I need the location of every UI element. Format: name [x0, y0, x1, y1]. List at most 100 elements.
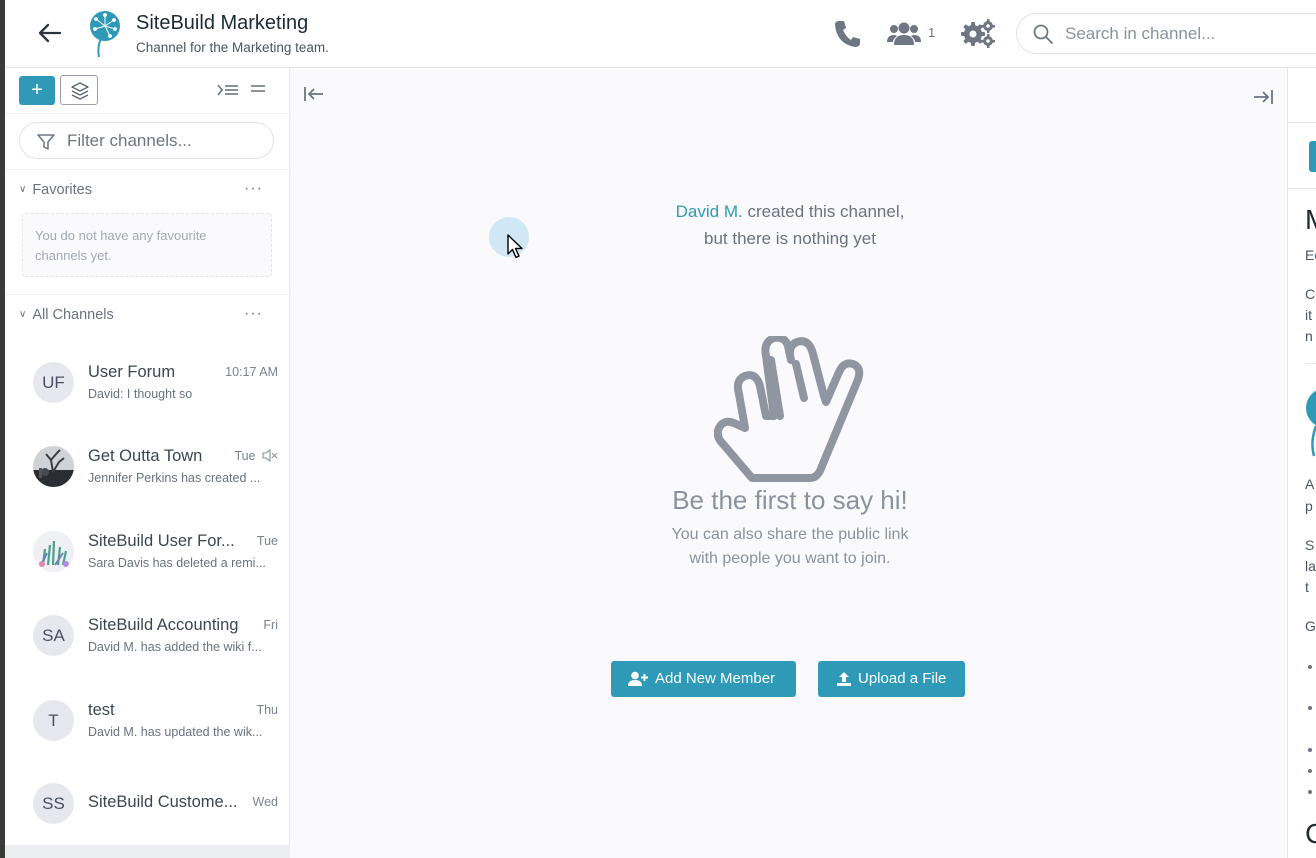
dandelion-logo-icon: [1306, 390, 1316, 457]
add-member-label: Add New Member: [655, 670, 776, 687]
search-input[interactable]: [1065, 23, 1315, 45]
channel-item[interactable]: SiteBuild User For... Tue Sara Davis has…: [5, 519, 290, 603]
list-bullet: [1308, 790, 1312, 794]
channel-time: Wed: [252, 795, 278, 809]
channel-item[interactable]: SA SiteBuild Accounting Fri David M. has…: [5, 603, 290, 687]
channel-item[interactable]: Get Outta Town Tue Jennifer Perkins has …: [5, 434, 290, 518]
channel-last-message: David M. has updated the wik...: [88, 725, 263, 739]
avatar: SS: [33, 783, 74, 824]
more-horizontal-icon: ···: [244, 180, 263, 197]
channel-search[interactable]: [1016, 13, 1316, 54]
details-text: G: [1305, 618, 1316, 634]
new-channel-button[interactable]: +: [19, 76, 55, 105]
channel-item[interactable]: UF User Forum 10:17 AM David: I thought …: [5, 350, 290, 434]
list-bullet: [1308, 748, 1312, 752]
avatar: [33, 531, 74, 572]
all-channels-section-toggle[interactable]: ∨ All Channels: [19, 307, 114, 323]
filter-icon: [37, 134, 55, 150]
filter-input[interactable]: [67, 131, 257, 151]
details-text: t: [1305, 579, 1309, 595]
details-heading: M: [1305, 204, 1316, 236]
creator-link[interactable]: David M.: [676, 202, 743, 221]
sidebar-scroll-edge: [5, 845, 290, 858]
channel-time-wrap: Tue: [234, 449, 278, 463]
compact-view-icon[interactable]: [250, 83, 266, 95]
channel-groups-button[interactable]: [60, 75, 98, 105]
chevron-down-icon: ∨: [19, 184, 27, 195]
avatar: UF: [33, 362, 74, 403]
channel-details-panel: M Ec C it n A p S la t G C: [1287, 68, 1316, 858]
channel-sidebar: + ∨Favorites ··: [5, 68, 290, 858]
divider: [1288, 122, 1316, 123]
filter-channels[interactable]: [19, 122, 274, 159]
channel-item[interactable]: SS SiteBuild Custome... Wed: [5, 771, 290, 855]
details-text: n: [1305, 328, 1313, 344]
search-icon: [1033, 24, 1053, 44]
collapse-details-icon[interactable]: [1252, 88, 1274, 106]
channel-name: SiteBuild Accounting: [88, 616, 239, 634]
channel-last-message: Jennifer Perkins has created ...: [88, 471, 261, 485]
nothing-yet-text: but there is nothing yet: [703, 229, 876, 248]
avatar: [33, 446, 74, 487]
details-text: C: [1305, 286, 1316, 302]
channel-last-message: David: I thought so: [88, 387, 193, 401]
outdent-icon[interactable]: [217, 82, 239, 98]
created-line: David M. created this channel,: [590, 198, 990, 225]
collapse-sidebar-icon[interactable]: [303, 85, 325, 103]
favorites-section-toggle[interactable]: ∨ Favorites: [19, 182, 92, 198]
members-button[interactable]: 1: [887, 18, 947, 50]
channel-time: Fri: [263, 618, 278, 632]
channel-last-message: Sara Davis has deleted a remi...: [88, 556, 266, 570]
divider: [1288, 188, 1316, 189]
share-line-2: with people you want to join.: [689, 550, 891, 567]
mute-icon: [262, 449, 278, 462]
channel-name: Get Outta Town: [88, 447, 203, 465]
avatar: T: [33, 700, 74, 741]
list-bullet: [1308, 769, 1312, 773]
list-bullet: [1308, 665, 1312, 669]
all-channels-label: All Channels: [32, 307, 114, 323]
avatar: SA: [33, 615, 74, 656]
divider: [5, 113, 290, 114]
divider: [5, 294, 290, 295]
arrow-left-icon: [38, 23, 62, 43]
channel-time: Tue: [234, 449, 256, 463]
details-action-button[interactable]: [1309, 141, 1316, 172]
mouse-cursor-icon: [507, 234, 523, 259]
settings-button[interactable]: [960, 18, 996, 50]
gears-icon: [961, 19, 995, 48]
favorites-more-button[interactable]: ···: [244, 180, 263, 198]
waving-hand-icon: [714, 336, 864, 482]
favorites-label: Favorites: [32, 182, 92, 198]
details-text: Ec: [1305, 247, 1316, 263]
channel-time: Tue: [256, 534, 278, 548]
more-horizontal-icon: ···: [244, 305, 263, 322]
channel-item[interactable]: T test Thu David M. has updated the wik.…: [5, 688, 290, 772]
channel-name: SiteBuild User For...: [88, 532, 235, 550]
divider: [5, 169, 290, 170]
dandelion-logo-icon: [90, 11, 120, 58]
channel-time: Thu: [256, 703, 278, 717]
channel-subtitle: Channel for the Marketing team.: [136, 40, 329, 55]
share-line-1: You can also share the public link: [671, 526, 909, 543]
layers-icon: [71, 82, 89, 100]
add-new-member-button[interactable]: Add New Member: [611, 661, 796, 697]
all-channels-more-button[interactable]: ···: [244, 305, 263, 323]
channel-name: SiteBuild Custome...: [88, 793, 238, 811]
empty-state-headline: Be the first to say hi!: [672, 485, 908, 515]
divider: [1305, 363, 1316, 364]
favorites-empty-message: You do not have any favourite channels y…: [22, 213, 272, 277]
channel-name: User Forum: [88, 363, 176, 381]
call-button[interactable]: [833, 18, 863, 50]
details-text: A: [1305, 476, 1315, 492]
channel-name: test: [88, 701, 115, 719]
details-text: la: [1305, 558, 1316, 574]
channel-main-area: David M. created this channel, but there…: [290, 68, 1287, 858]
app-window: SiteBuild Marketing Channel for the Mark…: [5, 0, 1316, 858]
channel-header: SiteBuild Marketing Channel for the Mark…: [5, 0, 1316, 68]
back-button[interactable]: [35, 18, 65, 48]
upload-icon: [837, 672, 851, 686]
details-section-heading: C: [1305, 818, 1316, 850]
upload-file-button[interactable]: Upload a File: [818, 661, 965, 697]
upload-label: Upload a File: [858, 670, 947, 687]
